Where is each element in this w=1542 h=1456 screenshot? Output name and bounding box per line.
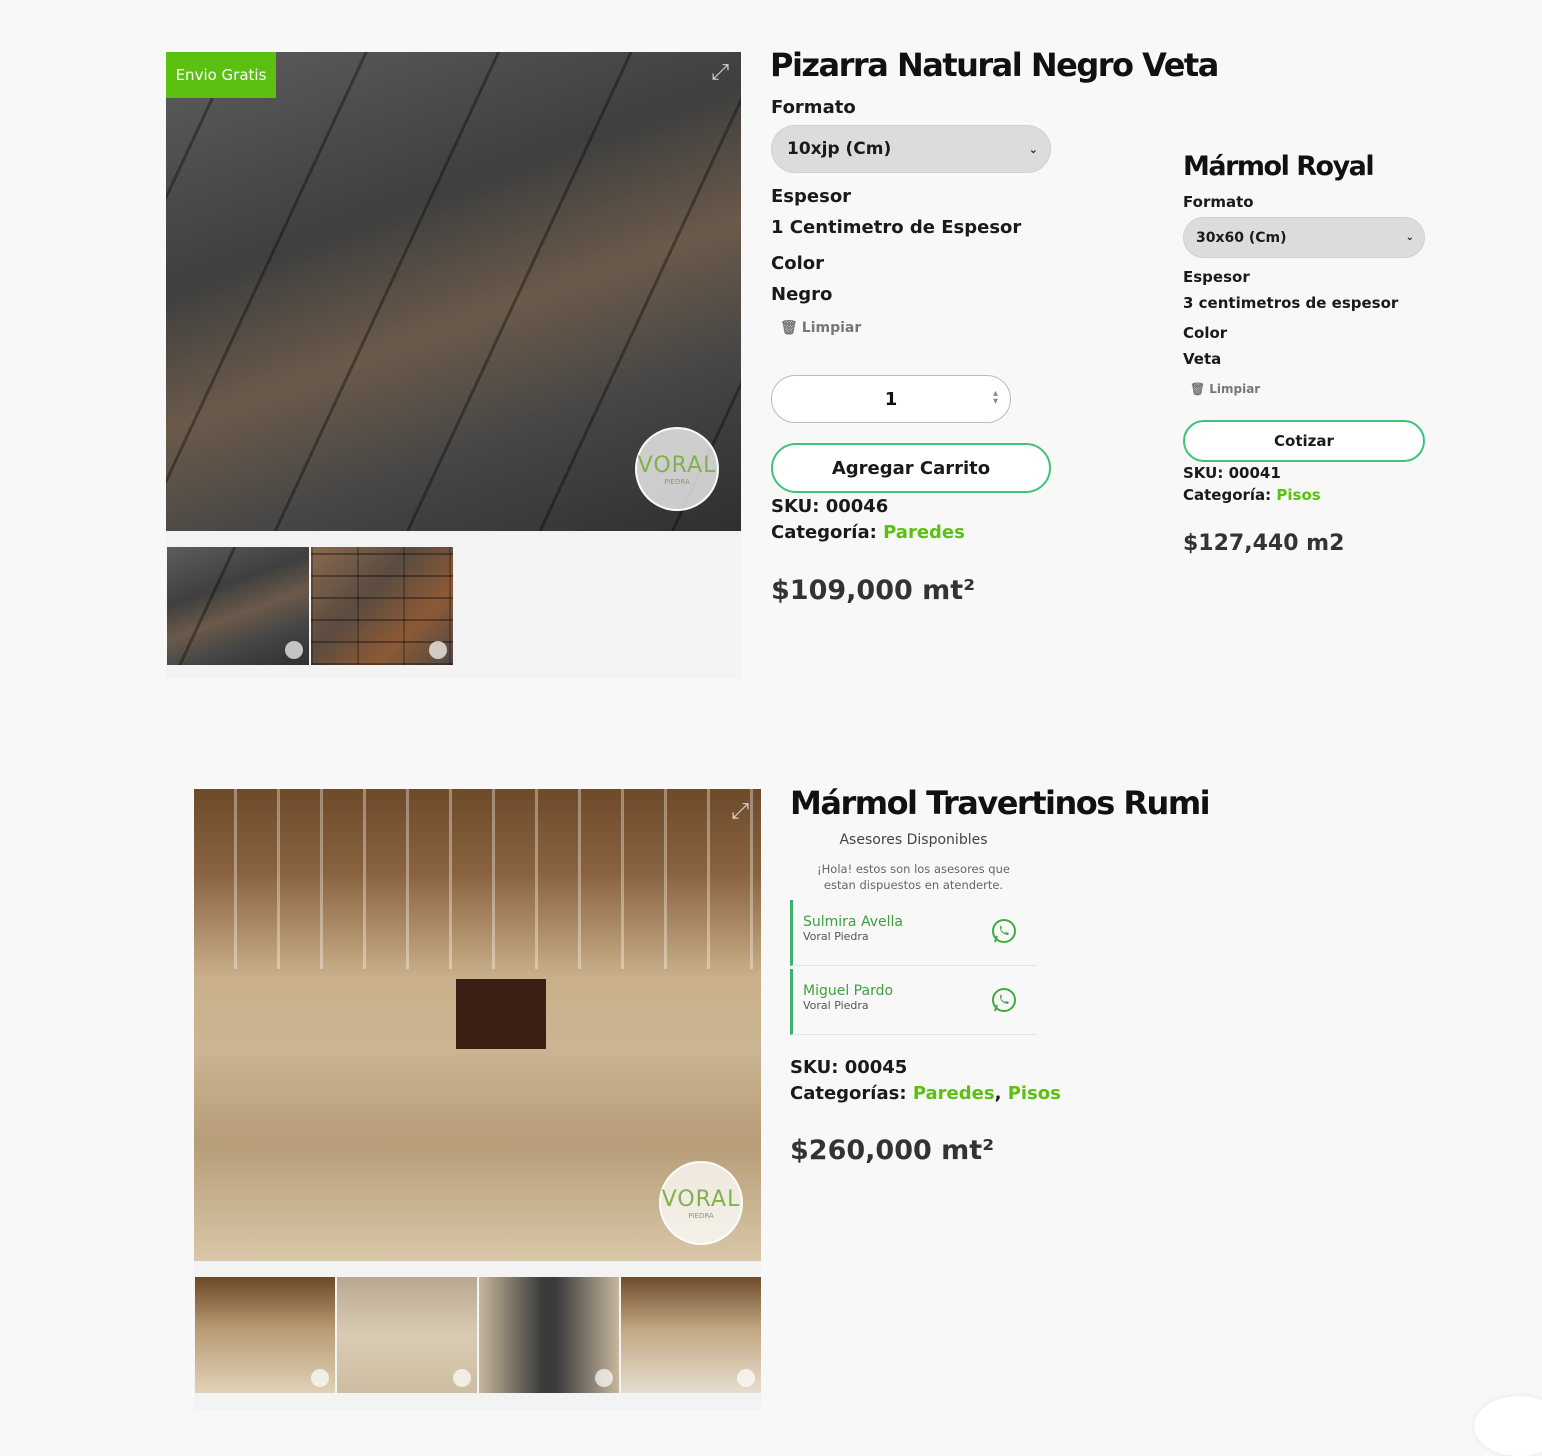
- expand-icon[interactable]: ⤢: [731, 799, 749, 824]
- product2-color-value: Veta: [1183, 350, 1222, 368]
- product1-espesor-label: Espesor: [771, 186, 852, 207]
- selected-value: 30x60 (Cm): [1196, 229, 1287, 246]
- product3-price: $260,000 mt²: [790, 1135, 995, 1166]
- logo-mini-icon: [737, 1369, 755, 1387]
- product1-thumbnail-1[interactable]: [167, 547, 309, 665]
- trash-icon: 🗑: [1190, 382, 1206, 396]
- selected-value: 10xjp (Cm): [787, 139, 892, 159]
- product1-color-value: Negro: [771, 284, 833, 305]
- whatsapp-icon[interactable]: [991, 987, 1017, 1013]
- chat-widget-edge[interactable]: [1474, 1396, 1542, 1456]
- product2-espesor-label: Espesor: [1183, 268, 1250, 286]
- brand-logo-watermark: VORAL PIEDRA: [635, 427, 719, 511]
- product1-title: Pizarra Natural Negro Veta: [770, 46, 1219, 84]
- logo-mini-icon: [595, 1369, 613, 1387]
- product3-thumbnail-2[interactable]: [337, 1277, 477, 1393]
- product2-category: Categoría: Pisos: [1183, 486, 1321, 504]
- product3-sku: SKU: 00045: [790, 1057, 908, 1078]
- logo-mini-icon: [429, 641, 447, 659]
- product3-main-image[interactable]: ⤢ VORAL PIEDRA: [194, 789, 761, 1261]
- stepper-icon[interactable]: ▴ ▾: [993, 389, 998, 407]
- product2-sku: SKU: 00041: [1183, 464, 1281, 482]
- product3-thumbnail-4[interactable]: [621, 1277, 761, 1393]
- badge-label: Envio Gratis: [175, 66, 267, 84]
- product2-clear-link[interactable]: 🗑 Limpiar: [1190, 382, 1260, 396]
- logo-mini-icon: [311, 1369, 329, 1387]
- category-link-paredes[interactable]: Paredes: [883, 522, 965, 543]
- product2-color-label: Color: [1183, 324, 1228, 342]
- logo-mini-icon: [285, 641, 303, 659]
- quote-button[interactable]: Cotizar: [1183, 420, 1425, 462]
- product3-categories: Categorías: Paredes, Pisos: [790, 1083, 1061, 1104]
- advisors-title: Asesores Disponibles: [839, 832, 988, 848]
- product1-color-label: Color: [771, 253, 824, 274]
- logo-mini-icon: [453, 1369, 471, 1387]
- product2-espesor-value: 3 centimetros de espesor: [1183, 294, 1399, 312]
- add-to-cart-button[interactable]: Agregar Carrito: [771, 443, 1051, 493]
- advisor-card[interactable]: Sulmira Avella Voral Piedra: [790, 900, 1037, 966]
- category-link-paredes[interactable]: Paredes: [913, 1083, 995, 1104]
- product1-main-image[interactable]: Envio Gratis ⤢ VORAL PIEDRA: [166, 52, 741, 531]
- category-link-pisos[interactable]: Pisos: [1276, 486, 1320, 504]
- product1-sku: SKU: 00046: [771, 496, 889, 517]
- product3-thumbnail-3[interactable]: [479, 1277, 619, 1393]
- brand-logo-watermark: VORAL PIEDRA: [659, 1161, 743, 1245]
- product1-thumbnail-2[interactable]: [311, 547, 453, 665]
- product3-thumbnail-1[interactable]: [195, 1277, 335, 1393]
- advisor-card[interactable]: Miguel Pardo Voral Piedra: [790, 969, 1037, 1035]
- product2-formato-label: Formato: [1183, 193, 1254, 211]
- trash-icon: 🗑: [780, 320, 798, 336]
- whatsapp-icon[interactable]: [991, 918, 1017, 944]
- product2-title: Mármol Royal: [1183, 151, 1375, 182]
- product1-espesor-value: 1 Centimetro de Espesor: [771, 217, 1022, 238]
- expand-icon[interactable]: ⤢: [711, 60, 729, 85]
- category-link-pisos[interactable]: Pisos: [1008, 1083, 1061, 1104]
- chevron-down-icon: ⌄: [1028, 142, 1038, 156]
- product2-formato-select[interactable]: 30x60 (Cm) ⌄: [1183, 217, 1425, 258]
- ceiling-lights: [194, 789, 761, 969]
- chevron-down-icon: ⌄: [1405, 232, 1414, 243]
- product3-title: Mármol Travertinos Rumi: [790, 784, 1211, 822]
- product1-price: $109,000 mt²: [771, 575, 976, 606]
- advisors-text: ¡Hola! estos son los asesores que estan …: [817, 862, 1010, 892]
- product1-category: Categoría: Paredes: [771, 522, 965, 543]
- product1-formato-select[interactable]: 10xjp (Cm) ⌄: [771, 125, 1051, 173]
- product2-price: $127,440 m2: [1183, 531, 1345, 556]
- product1-clear-link[interactable]: 🗑 Limpiar: [780, 320, 861, 336]
- product1-quantity-input[interactable]: 1 ▴ ▾: [771, 375, 1011, 423]
- hall-door: [456, 979, 546, 1049]
- badge-free-shipping: Envio Gratis: [166, 52, 276, 98]
- product1-formato-label: Formato: [771, 97, 856, 118]
